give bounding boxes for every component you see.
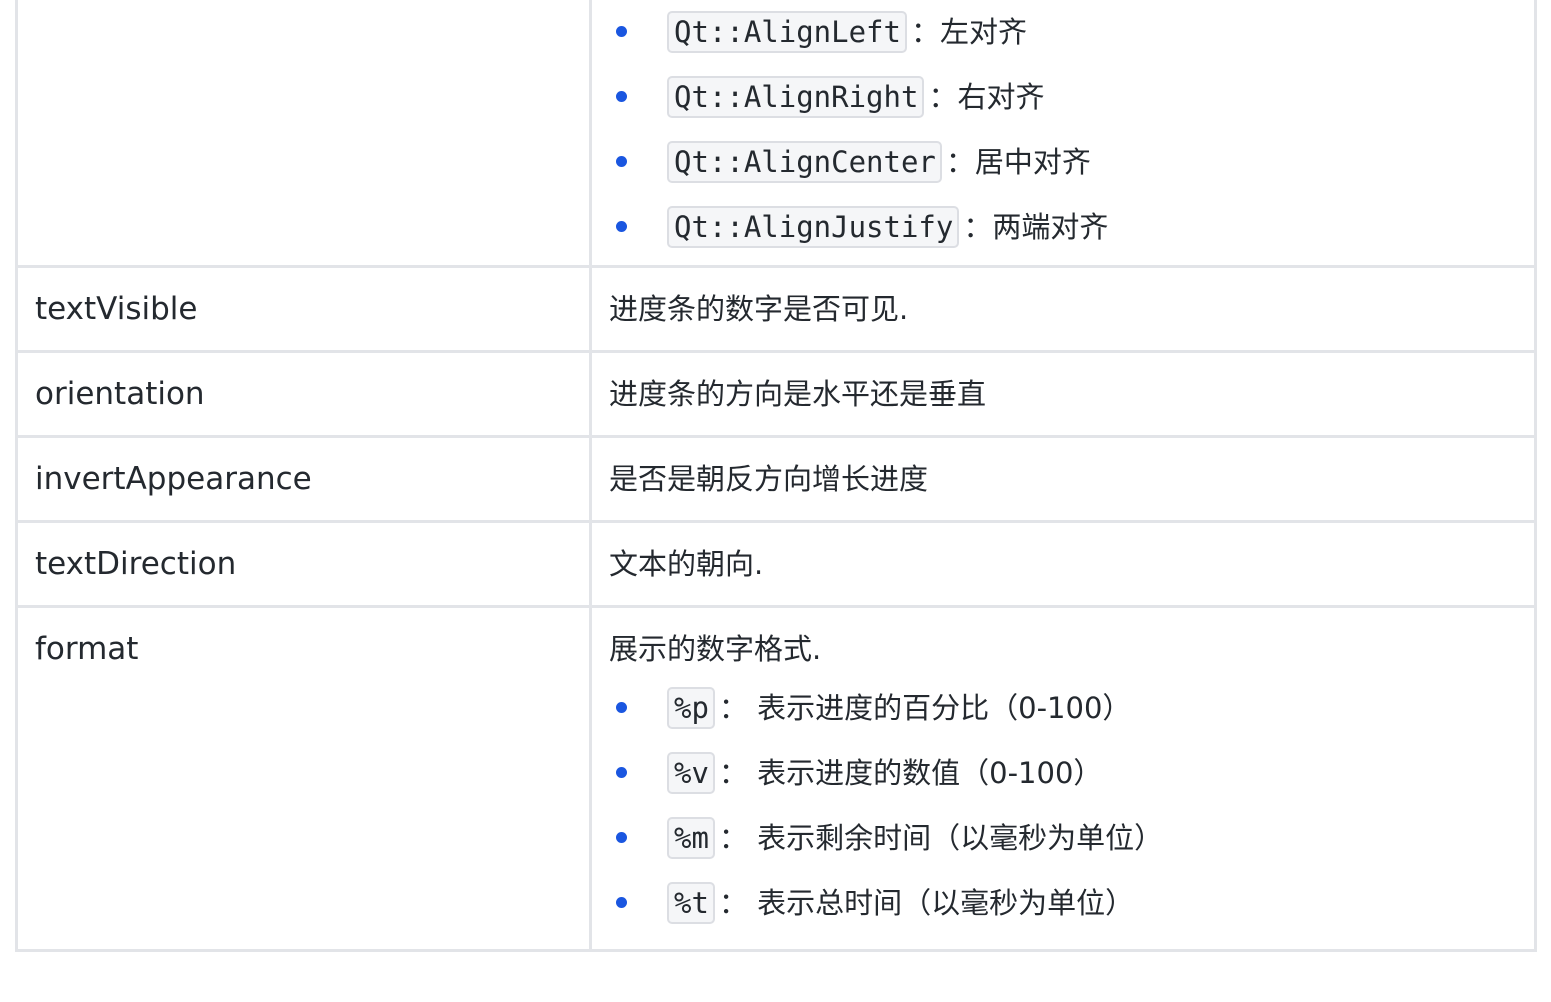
option-description: ： 表示剩余时间（以毫秒为单位）	[718, 820, 1164, 855]
property-description: 进度条的方向是水平还是垂直	[609, 377, 987, 411]
property-desc-cell: Qt::AlignLeft ：左对齐 Qt::AlignRight ：右对齐 Q…	[589, 0, 1537, 268]
bullet-dot-icon	[616, 26, 627, 37]
property-name-cell	[15, 0, 592, 268]
inline-code: %t	[667, 881, 715, 924]
property-name: invertAppearance	[35, 461, 312, 497]
property-name-cell: invertAppearance	[15, 435, 592, 523]
property-name: textDirection	[35, 546, 237, 582]
bullet-dot-icon	[616, 91, 627, 102]
property-desc-cell: 是否是朝反方向增长进度	[589, 435, 1537, 523]
list-item: Qt::AlignLeft ：左对齐	[592, 0, 1534, 64]
option-description: ： 表示进度的百分比（0-100）	[718, 690, 1132, 725]
list-item: %t ： 表示总时间（以毫秒为单位）	[592, 870, 1534, 935]
property-description: 是否是朝反方向增长进度	[609, 462, 929, 496]
option-description: ：两端对齐	[963, 209, 1109, 244]
inline-code: Qt::AlignLeft	[667, 10, 907, 53]
bullet-dot-icon	[616, 767, 627, 778]
property-description: 文本的朝向.	[609, 547, 764, 581]
option-description: ：右对齐	[928, 79, 1045, 114]
inline-code: %p	[667, 686, 715, 729]
inline-code: %v	[667, 751, 715, 794]
table-row: textDirection 文本的朝向.	[15, 520, 1537, 608]
property-description: 展示的数字格式.	[609, 632, 822, 666]
list-item: Qt::AlignCenter ：居中对齐	[592, 129, 1534, 194]
format-options-list: %p ： 表示进度的百分比（0-100） %v ： 表示进度的数值（0-100）…	[592, 675, 1534, 935]
property-name: format	[35, 631, 139, 667]
property-name: orientation	[35, 376, 205, 412]
table-row: orientation 进度条的方向是水平还是垂直	[15, 350, 1537, 438]
property-name-cell: textVisible	[15, 265, 592, 353]
property-name-cell: orientation	[15, 350, 592, 438]
alignment-options-list: Qt::AlignLeft ：左对齐 Qt::AlignRight ：右对齐 Q…	[592, 0, 1534, 259]
list-item: Qt::AlignRight ：右对齐	[592, 64, 1534, 129]
inline-code: Qt::AlignRight	[667, 75, 925, 118]
property-name: textVisible	[35, 291, 198, 327]
option-description: ：左对齐	[910, 14, 1027, 49]
bullet-dot-icon	[616, 897, 627, 908]
list-item: %v ： 表示进度的数值（0-100）	[592, 740, 1534, 805]
property-name	[18, 0, 589, 20]
table-row: format 展示的数字格式. %p ： 表示进度的百分比（0-100） %v	[15, 605, 1537, 952]
bullet-dot-icon	[616, 702, 627, 713]
bullet-dot-icon	[616, 832, 627, 843]
list-item: Qt::AlignJustify ：两端对齐	[592, 194, 1534, 259]
table-row: Qt::AlignLeft ：左对齐 Qt::AlignRight ：右对齐 Q…	[15, 0, 1537, 268]
property-description: 进度条的数字是否可见.	[609, 292, 909, 326]
inline-code: Qt::AlignJustify	[667, 205, 960, 248]
option-description: ：居中对齐	[945, 144, 1091, 179]
property-desc-cell: 展示的数字格式. %p ： 表示进度的百分比（0-100） %v ： 表示进度的…	[589, 605, 1537, 952]
property-desc-cell: 文本的朝向.	[589, 520, 1537, 608]
bullet-dot-icon	[616, 156, 627, 167]
bullet-dot-icon	[616, 221, 627, 232]
property-table: Qt::AlignLeft ：左对齐 Qt::AlignRight ：右对齐 Q…	[15, 0, 1537, 952]
table-row: textVisible 进度条的数字是否可见.	[15, 265, 1537, 353]
property-name-cell: textDirection	[15, 520, 592, 608]
option-description: ： 表示总时间（以毫秒为单位）	[718, 885, 1135, 920]
table-row: invertAppearance 是否是朝反方向增长进度	[15, 435, 1537, 523]
property-desc-cell: 进度条的数字是否可见.	[589, 265, 1537, 353]
list-item: %m ： 表示剩余时间（以毫秒为单位）	[592, 805, 1534, 870]
option-description: ： 表示进度的数值（0-100）	[718, 755, 1103, 790]
inline-code: %m	[667, 816, 715, 859]
property-name-cell: format	[15, 605, 592, 952]
inline-code: Qt::AlignCenter	[667, 140, 942, 183]
list-item: %p ： 表示进度的百分比（0-100）	[592, 675, 1534, 740]
property-desc-cell: 进度条的方向是水平还是垂直	[589, 350, 1537, 438]
